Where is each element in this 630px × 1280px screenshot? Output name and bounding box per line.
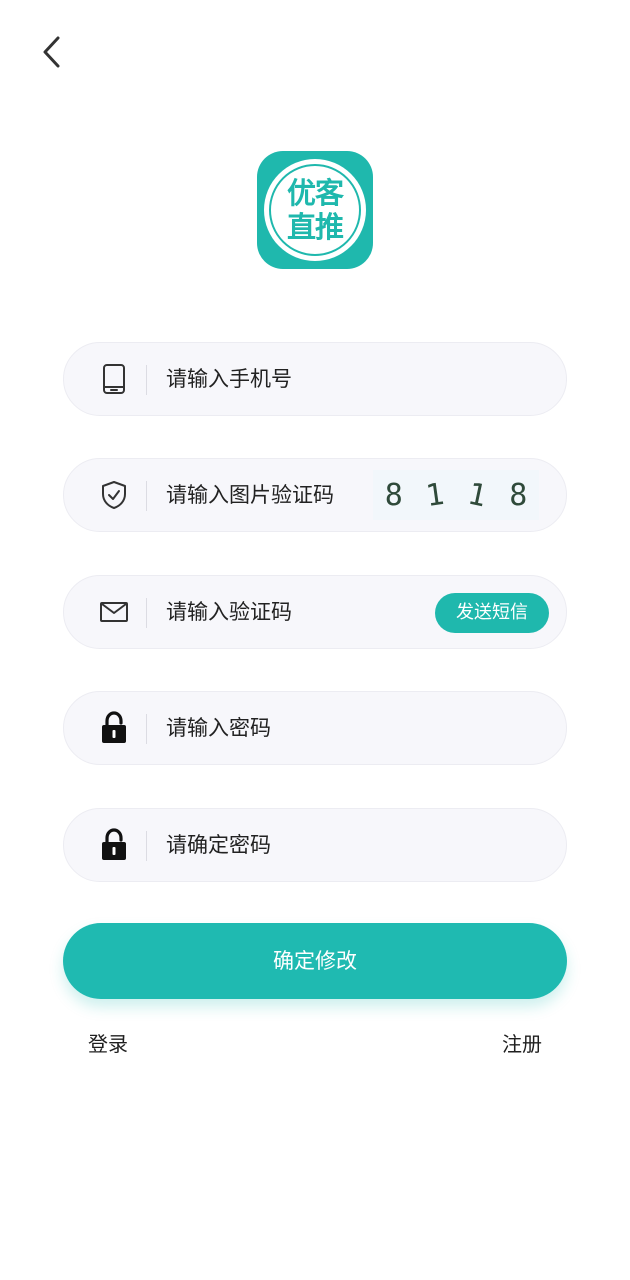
sms-code-field[interactable]: 请输入验证码 发送短信 — [63, 575, 567, 649]
login-link[interactable]: 登录 — [88, 1028, 128, 1057]
lock-icon — [98, 711, 130, 744]
confirm-password-field[interactable]: 请确定密码 — [63, 808, 567, 882]
phone-icon — [98, 363, 130, 395]
captcha-char: 1 — [464, 476, 490, 514]
password-input[interactable]: 请输入密码 — [166, 692, 271, 764]
chevron-left-icon — [43, 36, 60, 68]
send-sms-button[interactable]: 发送短信 — [435, 593, 549, 633]
password-field[interactable]: 请输入密码 — [63, 691, 567, 765]
field-divider — [146, 831, 147, 861]
image-code-field[interactable]: 请输入图片验证码 8 1 1 8 — [63, 458, 567, 532]
confirm-change-button[interactable]: 确定修改 — [63, 923, 567, 999]
captcha-image[interactable]: 8 1 1 8 — [373, 470, 539, 520]
logo-line-2: 直推 — [286, 210, 344, 244]
field-divider — [146, 481, 147, 511]
app-logo: 优客 直推 — [257, 151, 373, 269]
sms-code-input[interactable]: 请输入验证码 — [166, 576, 292, 648]
confirm-password-input[interactable]: 请确定密码 — [166, 809, 271, 881]
back-button[interactable] — [30, 30, 74, 74]
field-divider — [146, 714, 147, 744]
field-divider — [146, 365, 147, 395]
field-divider — [146, 598, 147, 628]
image-code-input[interactable]: 请输入图片验证码 — [166, 459, 334, 531]
shield-check-icon — [98, 479, 130, 511]
register-link[interactable]: 注册 — [502, 1028, 542, 1057]
lock-icon — [98, 828, 130, 861]
phone-input[interactable]: 请输入手机号 — [166, 343, 292, 415]
phone-field[interactable]: 请输入手机号 — [63, 342, 567, 416]
mail-icon — [98, 596, 130, 628]
captcha-char: 8 — [384, 477, 403, 513]
captcha-char: 1 — [423, 476, 447, 514]
logo-text: 优客 直推 — [269, 164, 361, 256]
logo-ring: 优客 直推 — [264, 159, 366, 261]
logo-line-1: 优客 — [286, 176, 344, 210]
captcha-char: 8 — [509, 477, 528, 513]
